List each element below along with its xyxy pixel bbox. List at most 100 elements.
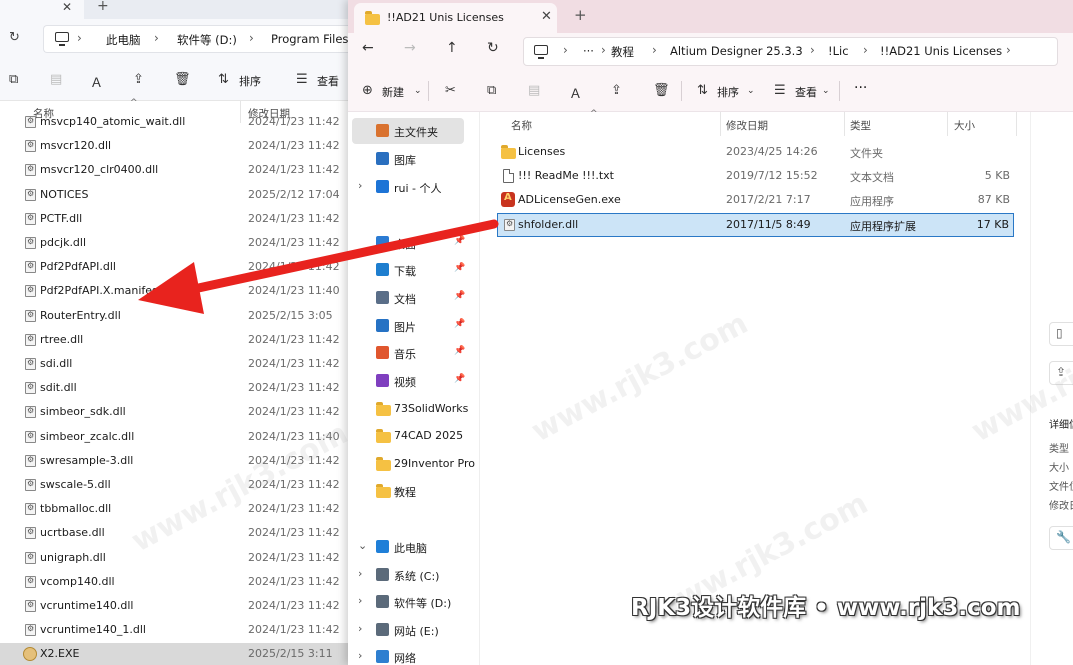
- breadcrumb-item[interactable]: Altium Designer 25.3.3: [670, 44, 803, 58]
- file-row[interactable]: PCTF.dll 2024/1/23 11:42: [0, 208, 348, 232]
- file-row[interactable]: ucrtbase.dll 2024/1/23 11:42: [0, 522, 348, 546]
- file-row[interactable]: swscale-5.dll 2024/1/23 11:42: [0, 474, 348, 498]
- nav-item[interactable]: › 网络: [348, 644, 479, 665]
- pin-icon[interactable]: 📌: [454, 374, 465, 384]
- file-row[interactable]: ADLicenseGen.exe 2017/2/21 7:17 应用程序 87 KB: [497, 188, 1014, 212]
- column-size-header[interactable]: 大小: [954, 118, 975, 133]
- file-row[interactable]: X2.EXE 2025/2/15 3:11: [0, 643, 348, 665]
- column-divider[interactable]: [1016, 112, 1017, 136]
- pin-icon[interactable]: 📌: [454, 263, 465, 273]
- new-button[interactable]: 新建: [382, 84, 404, 100]
- file-row[interactable]: RouterEntry.dll 2025/2/15 3:05: [0, 305, 348, 329]
- details-file-button[interactable]: ▯: [1049, 322, 1073, 346]
- refresh-icon[interactable]: ↻: [487, 40, 499, 56]
- file-row[interactable]: swresample-3.dll 2024/1/23 11:42: [0, 450, 348, 474]
- nav-item[interactable]: ⌄ 此电脑: [348, 534, 479, 560]
- delete-icon[interactable]: 🗑: [174, 72, 191, 87]
- cut-icon[interactable]: ✂: [445, 83, 456, 98]
- nav-item[interactable]: 文档 📌: [348, 285, 479, 311]
- nav-item[interactable]: › 软件等 (D:): [348, 589, 479, 615]
- breadcrumb-item[interactable]: 此电脑: [106, 32, 141, 48]
- paste-icon[interactable]: ▤: [50, 72, 62, 87]
- nav-item[interactable]: 图片 📌: [348, 313, 479, 339]
- chevron-icon[interactable]: ›: [358, 567, 362, 580]
- close-tab-icon[interactable]: ✕: [541, 9, 552, 24]
- sort-icon[interactable]: ⇅: [697, 83, 708, 98]
- nav-item[interactable]: 74CAD 2025: [348, 423, 479, 449]
- delete-icon[interactable]: 🗑: [653, 83, 670, 98]
- nav-item[interactable]: 73SolidWorks: [348, 396, 479, 422]
- view-button[interactable]: 查看: [795, 84, 817, 100]
- back-tab[interactable]: ✕: [0, 0, 84, 19]
- back-breadcrumb[interactable]: › 此电脑 › 软件等 (D:) › Program Files: [43, 25, 348, 53]
- file-row[interactable]: vcomp140.dll 2024/1/23 11:42: [0, 571, 348, 595]
- nav-item[interactable]: 29Inventor Pro: [348, 451, 479, 477]
- nav-item[interactable]: 视频 📌: [348, 368, 479, 394]
- copy-icon[interactable]: ⧉: [9, 72, 18, 87]
- column-divider[interactable]: [947, 112, 948, 136]
- nav-item[interactable]: 音乐 📌: [348, 340, 479, 366]
- file-row[interactable]: sdi.dll 2024/1/23 11:42: [0, 353, 348, 377]
- file-row[interactable]: tbbmalloc.dll 2024/1/23 11:42: [0, 498, 348, 522]
- file-row[interactable]: msvcp140_atomic_wait.dll 2024/1/23 11:42: [0, 115, 348, 135]
- file-row[interactable]: pdcjk.dll 2024/1/23 11:42: [0, 232, 348, 256]
- file-row[interactable]: Pdf2PdfAPI.dll 2024/1/23 11:42: [0, 256, 348, 280]
- pin-icon[interactable]: 📌: [454, 291, 465, 301]
- details-properties-button[interactable]: 🔧: [1049, 526, 1073, 550]
- nav-item[interactable]: 图库: [348, 146, 479, 172]
- nav-item[interactable]: › 系统 (C:): [348, 562, 479, 588]
- share-icon[interactable]: ⇪: [133, 72, 144, 87]
- chevron-icon[interactable]: ›: [358, 649, 362, 662]
- chevron-icon[interactable]: ⌄: [358, 539, 367, 552]
- new-tab-button[interactable]: +: [574, 6, 587, 24]
- column-name-header[interactable]: 名称: [511, 118, 532, 133]
- chevron-icon[interactable]: ›: [358, 622, 362, 635]
- file-row[interactable]: simbeor_zcalc.dll 2024/1/23 11:40: [0, 426, 348, 450]
- file-row[interactable]: !!! ReadMe !!!.txt 2019/7/12 15:52 文本文档 5 K…: [497, 164, 1014, 188]
- nav-item[interactable]: 下载 📌: [348, 257, 479, 283]
- column-type-header[interactable]: 类型: [850, 118, 871, 133]
- column-modified-header[interactable]: 修改日期: [726, 118, 768, 133]
- breadcrumb-item[interactable]: 教程: [611, 44, 634, 60]
- rename-icon[interactable]: Ａ: [569, 83, 582, 102]
- rename-icon[interactable]: Ａ: [90, 72, 103, 91]
- view-icon[interactable]: ☰: [296, 72, 308, 87]
- nav-item[interactable]: 教程: [348, 478, 479, 504]
- copy-icon[interactable]: ⧉: [487, 83, 496, 98]
- file-row[interactable]: msvcr120_clr0400.dll 2024/1/23 11:42: [0, 159, 348, 183]
- new-tab-button[interactable]: +: [97, 0, 109, 14]
- up-arrow-icon[interactable]: ↑: [446, 40, 458, 56]
- nav-item[interactable]: › rui - 个人: [348, 174, 479, 200]
- share-icon[interactable]: ⇪: [611, 83, 622, 98]
- refresh-icon[interactable]: ↻: [9, 30, 20, 45]
- file-row[interactable]: vcruntime140_1.dll 2024/1/23 11:42: [0, 619, 348, 643]
- breadcrumb-item[interactable]: 软件等 (D:): [177, 32, 237, 48]
- file-row[interactable]: msvcr120.dll 2024/1/23 11:42: [0, 135, 348, 159]
- file-row[interactable]: sdit.dll 2024/1/23 11:42: [0, 377, 348, 401]
- paste-icon[interactable]: ▤: [528, 83, 540, 98]
- file-row[interactable]: shfolder.dll 2017/11/5 8:49 应用程序扩展 17 KB: [497, 212, 1014, 237]
- nav-item[interactable]: 主文件夹: [352, 118, 464, 144]
- front-breadcrumb[interactable]: › ··· › 教程 › Altium Designer 25.3.3 › !L…: [523, 37, 1058, 66]
- details-share-button[interactable]: ⇪: [1049, 361, 1073, 385]
- chevron-icon[interactable]: ›: [358, 179, 362, 192]
- nav-item[interactable]: › 网站 (E:): [348, 617, 479, 643]
- chevron-icon[interactable]: ›: [358, 594, 362, 607]
- forward-arrow-icon[interactable]: →: [404, 40, 416, 56]
- new-icon[interactable]: ⊕: [362, 83, 373, 98]
- column-divider[interactable]: [720, 112, 721, 136]
- file-row[interactable]: rtree.dll 2024/1/23 11:42: [0, 329, 348, 353]
- more-options-button[interactable]: ···: [854, 80, 867, 96]
- file-row[interactable]: vcruntime140.dll 2024/1/23 11:42: [0, 595, 348, 619]
- file-row[interactable]: Licenses 2023/4/25 14:26 文件夹: [497, 140, 1014, 164]
- view-button[interactable]: 查看: [317, 73, 339, 89]
- file-row[interactable]: NOTICES 2025/2/12 17:04: [0, 184, 348, 208]
- file-row[interactable]: simbeor_sdk.dll 2024/1/23 11:42: [0, 401, 348, 425]
- front-tab[interactable]: !!AD21 Unis Licenses ✕: [354, 3, 557, 33]
- breadcrumb-item[interactable]: !!AD21 Unis Licenses: [880, 44, 1002, 58]
- sort-button[interactable]: 排序: [717, 84, 739, 100]
- sort-button[interactable]: 排序: [239, 73, 261, 89]
- breadcrumb-more[interactable]: ···: [583, 44, 594, 58]
- pin-icon[interactable]: 📌: [454, 319, 465, 329]
- column-divider[interactable]: [844, 112, 845, 136]
